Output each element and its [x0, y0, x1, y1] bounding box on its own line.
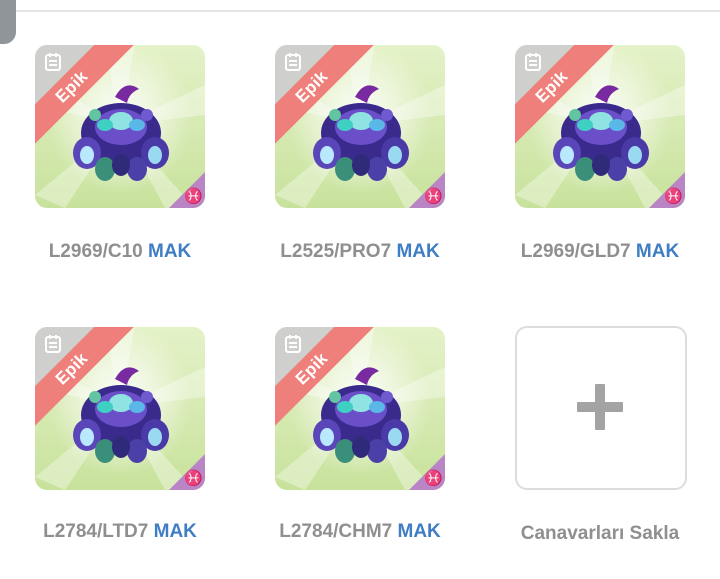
pisces-icon: ♓ [664, 188, 683, 205]
pisces-icon: ♓ [184, 188, 203, 205]
store-slot-label: Canavarları Sakla [520, 523, 680, 544]
document-icon [525, 53, 541, 71]
monster-label: L2969/C10 MAK [15, 241, 225, 263]
monster-code: L2525/PRO7 [280, 241, 392, 262]
monster-code: L2969/GLD7 [520, 241, 631, 262]
monster-tag: MAK [397, 521, 441, 542]
monster-tag: MAK [148, 241, 192, 262]
store-monster-button[interactable] [515, 326, 687, 490]
monster-label: L2525/PRO7 MAK [255, 241, 465, 263]
monster-code: L2784/LTD7 [43, 521, 149, 542]
pisces-icon: ♓ [424, 188, 443, 205]
monster-label: L2784/CHM7 MAK [255, 521, 465, 543]
monster-card[interactable]: Epik ♓ [35, 45, 205, 208]
monster-card[interactable]: Epik ♓ [275, 327, 445, 490]
monster-grid: Epik ♓ L2969/C10 MAK Epik ♓ L2525/PRO7 M… [0, 0, 720, 579]
document-icon [45, 335, 61, 353]
monster-code: L2969/C10 [48, 241, 143, 262]
document-icon [285, 53, 301, 71]
monster-label: L2969/GLD7 MAK [495, 241, 705, 263]
monster-card[interactable]: Epik ♓ [515, 45, 685, 208]
monster-tag: MAK [396, 241, 440, 262]
document-icon [45, 53, 61, 71]
document-icon [285, 335, 301, 353]
monster-tag: MAK [153, 521, 197, 542]
monster-card[interactable]: Epik ♓ [35, 327, 205, 490]
monster-label: L2784/LTD7 MAK [15, 521, 225, 543]
monster-code: L2784/CHM7 [279, 521, 393, 542]
plus-icon-bar [577, 402, 623, 412]
monster-tag: MAK [635, 241, 680, 262]
monster-card[interactable]: Epik ♓ [275, 45, 445, 208]
pisces-icon: ♓ [424, 470, 443, 487]
pisces-icon: ♓ [184, 470, 203, 487]
